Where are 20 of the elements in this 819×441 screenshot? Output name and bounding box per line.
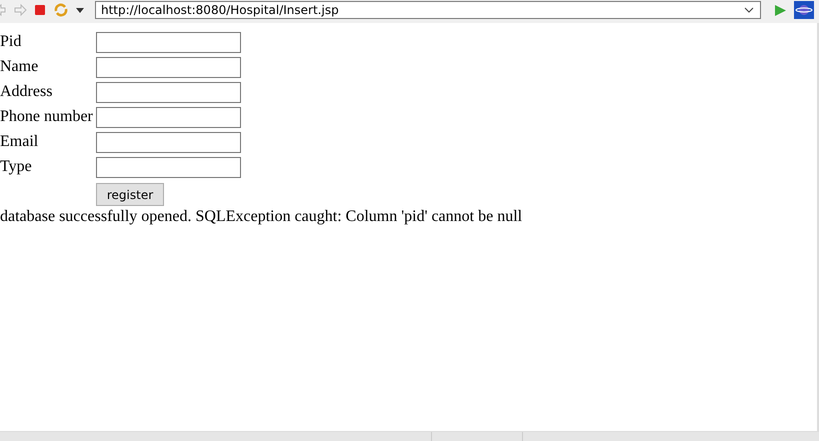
input-field[interactable]: [96, 156, 241, 178]
address-field[interactable]: http://localhost:8080/Hospital/Insert.jsp: [95, 1, 761, 19]
register-button[interactable]: register: [96, 183, 164, 206]
status-message: database successfully opened. SQLException caught: Column 'pid' cannot be null: [0, 208, 524, 226]
field-label: Pid: [0, 33, 22, 50]
globe-icon[interactable]: [794, 1, 814, 19]
field-label: Name: [0, 58, 38, 75]
input-field[interactable]: [96, 106, 241, 128]
go-icon[interactable]: [774, 4, 787, 16]
field-label: Type: [0, 158, 32, 175]
field-label: Address: [0, 83, 52, 100]
input-field[interactable]: [96, 82, 241, 102]
chevron-down-icon[interactable]: [744, 7, 754, 13]
stop-icon[interactable]: [34, 4, 46, 16]
input-field[interactable]: [96, 32, 241, 52]
dropdown-caret-icon[interactable]: [76, 8, 84, 12]
input-field[interactable]: [96, 56, 241, 78]
input-field[interactable]: [96, 132, 241, 152]
field-label: Phone number: [0, 108, 93, 125]
field-label: Email: [0, 133, 38, 150]
